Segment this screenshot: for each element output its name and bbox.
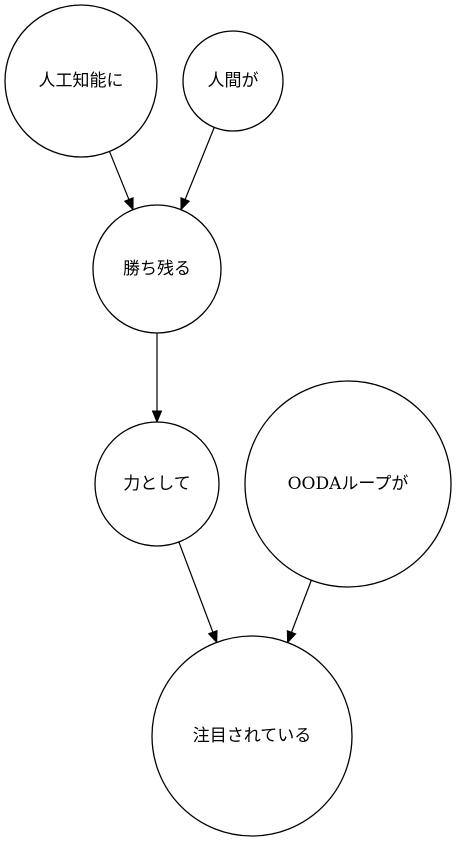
edge-line xyxy=(290,580,312,633)
edge-n4-n6 xyxy=(178,541,218,644)
node-chikara-to-shite: 力として xyxy=(94,421,220,547)
nodes-layer: 人工知能に 人間が 勝ち残る 力として OODAループが 注目されている xyxy=(4,4,452,837)
node-ningen-ga: 人間が xyxy=(182,30,284,132)
node-kachinokoru: 勝ち残る xyxy=(92,204,222,334)
arrowhead-icon xyxy=(151,410,163,424)
node-chuumoku-sarete-iru: 注目されている xyxy=(151,635,353,837)
arrowhead-icon xyxy=(180,197,191,211)
edge-line xyxy=(184,127,215,200)
node-label: 人間が xyxy=(208,71,259,91)
node-label: 人工知能に xyxy=(39,71,124,91)
arrowhead-icon xyxy=(123,197,134,211)
node-label: 注目されている xyxy=(193,726,312,746)
node-ooda-loop-ga: OODAループが xyxy=(244,380,452,588)
edge-line xyxy=(108,151,130,200)
node-label: 力として xyxy=(123,474,191,494)
edges-layer xyxy=(108,127,312,644)
edge-n2-n3 xyxy=(180,127,215,211)
node-label: 勝ち残る xyxy=(123,259,191,279)
dependency-graph: 人工知能に 人間が 勝ち残る 力として OODAループが 注目されている xyxy=(4,4,452,837)
node-label: OODAループが xyxy=(288,474,409,494)
arrowhead-icon xyxy=(207,629,218,644)
node-jinkou-chinou-ni: 人工知能に xyxy=(4,4,158,158)
edge-n5-n6 xyxy=(286,580,312,644)
edge-n3-n4 xyxy=(151,333,163,424)
edge-line xyxy=(178,541,214,633)
edge-n1-n3 xyxy=(108,151,134,211)
arrowhead-icon xyxy=(286,629,297,644)
